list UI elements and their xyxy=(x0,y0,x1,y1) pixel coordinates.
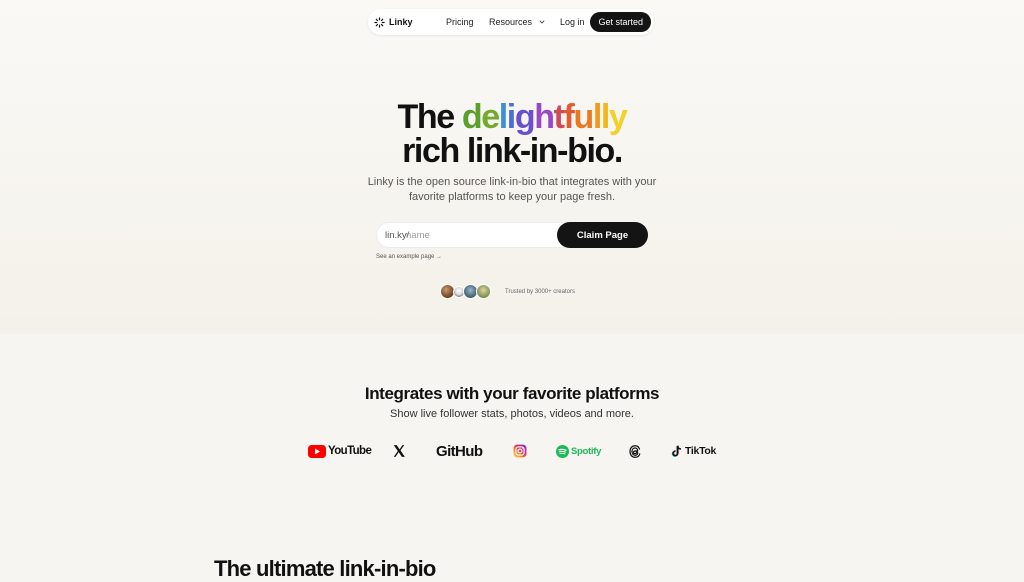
example-page-link[interactable]: See an example page → xyxy=(376,254,442,260)
youtube-icon xyxy=(308,444,326,458)
nav-resources-menu[interactable]: Resources xyxy=(489,17,546,27)
hero-subtitle-line1: Linky is the open source link-in-bio tha… xyxy=(367,176,657,188)
hero-title-line1: The delightfully xyxy=(0,100,1024,134)
rainbow-letter: l xyxy=(592,98,602,136)
github-logo: GitHub xyxy=(436,442,483,460)
hero-subtitle: Linky is the open source link-in-bio tha… xyxy=(0,175,1024,205)
rainbow-letter: g xyxy=(514,98,536,136)
rainbow-letter: h xyxy=(534,98,555,136)
nav-pricing-link[interactable]: Pricing xyxy=(446,17,474,27)
creator-avatars xyxy=(440,284,491,299)
hero-title: The delightfully rich link-in-bio. xyxy=(0,100,1024,168)
features-section-title: The ultimate link-in-bio xyxy=(214,556,436,581)
x-logo xyxy=(392,442,406,460)
brand-logo[interactable]: Linky xyxy=(374,16,413,28)
youtube-wordmark: YouTube xyxy=(328,445,372,457)
spotify-logo: Spotify xyxy=(556,442,601,460)
rainbow-letter: t xyxy=(553,98,565,136)
youtube-logo: YouTube xyxy=(308,442,372,460)
spotify-wordmark: Spotify xyxy=(571,445,602,457)
hero-title-the: The xyxy=(397,98,456,136)
chevron-down-icon xyxy=(539,20,545,24)
instagram-logo xyxy=(513,442,527,460)
loader-icon xyxy=(374,16,385,28)
tiktok-icon xyxy=(671,445,682,457)
spotify-icon xyxy=(556,444,569,458)
avatar xyxy=(476,284,491,299)
integrations-title: Integrates with your favorite platforms xyxy=(364,384,660,403)
claim-form: lin.ky/ Claim Page xyxy=(376,222,648,248)
rainbow-letter: l xyxy=(600,98,610,136)
threads-logo xyxy=(629,442,641,460)
nav-resources-label: Resources xyxy=(489,17,533,27)
github-wordmark: GitHub xyxy=(436,442,483,460)
tiktok-logo: TikTok xyxy=(671,442,716,460)
hero-subtitle-line2: favorite platforms to keep your page fre… xyxy=(408,191,616,203)
rainbow-letter: i xyxy=(506,98,516,136)
threads-icon xyxy=(629,444,641,458)
hero-title-rainbow-word: delightfully xyxy=(461,98,628,136)
tiktok-wordmark: TikTok xyxy=(685,445,717,457)
get-started-button[interactable]: Get started xyxy=(590,12,651,32)
rainbow-letter: f xyxy=(563,98,575,136)
rainbow-letter: y xyxy=(608,98,628,136)
trusted-by-text: Trusted by 3000+ creators xyxy=(505,289,575,295)
top-nav: Linky Pricing Resources Log in Get start… xyxy=(368,9,654,35)
username-input[interactable] xyxy=(406,227,546,243)
hero-title-line2: rich link-in-bio. xyxy=(402,132,623,170)
instagram-icon xyxy=(513,444,527,458)
integrations-subtitle: Show live follower stats, photos, videos… xyxy=(390,408,634,420)
rainbow-letter: e xyxy=(481,98,500,136)
rainbow-letter: u xyxy=(573,98,594,136)
rainbow-letter: l xyxy=(498,98,508,136)
claim-page-button[interactable]: Claim Page xyxy=(557,222,648,248)
brand-name: Linky xyxy=(389,17,413,27)
nav-login-link[interactable]: Log in xyxy=(560,17,585,27)
rainbow-letter: d xyxy=(461,98,483,136)
x-icon xyxy=(393,445,405,457)
